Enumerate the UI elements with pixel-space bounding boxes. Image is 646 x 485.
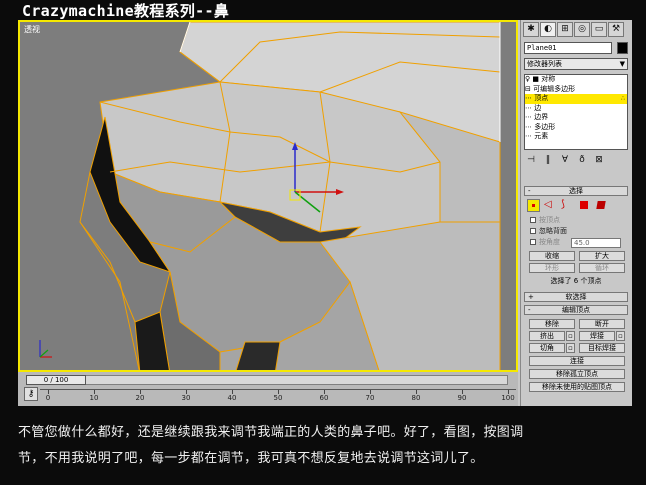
remove-modifier-icon[interactable]: ð	[575, 154, 589, 166]
motion-icon[interactable]: ◎	[574, 22, 590, 37]
time-track[interactable]	[26, 375, 508, 385]
time-slider[interactable]: 0 / 100	[26, 375, 86, 385]
weld-settings-button[interactable]: ▫	[616, 331, 625, 341]
create-icon[interactable]: ✱	[523, 22, 539, 37]
subobject-level-icons: ◁ ⟆	[527, 199, 627, 213]
ruler-tick-label: 30	[181, 394, 191, 402]
frame-ruler[interactable]: 0 10 20 30 40 50 60 70 80 90 100	[40, 389, 516, 406]
perspective-viewport[interactable]: 透视	[18, 20, 518, 372]
stack-item-element[interactable]: ⋯ 元素	[525, 132, 627, 142]
remove-isolated-vertices-button[interactable]: 移除孤立顶点	[529, 369, 625, 379]
stack-item-polygon[interactable]: ⋯ 多边形	[525, 123, 627, 133]
show-end-result-icon[interactable]: ‖	[541, 154, 555, 166]
shrink-button[interactable]: 收缩	[529, 251, 575, 261]
chamfer-button[interactable]: 切角	[529, 343, 565, 353]
pin-stack-icon[interactable]: ⊣	[524, 154, 538, 166]
remove-unused-map-verts-button[interactable]: 移除未使用的贴图顶点	[529, 382, 625, 392]
element-level-icon[interactable]	[595, 199, 608, 212]
object-color-swatch[interactable]	[617, 42, 628, 54]
by-angle-checkbox[interactable]: 按角度	[530, 238, 575, 247]
make-unique-icon[interactable]: ∀	[558, 154, 572, 166]
stack-item-symmetry[interactable]: ♀ ■ 对称	[525, 75, 627, 85]
tutorial-title: Crazymachine教程系列--鼻	[22, 2, 230, 20]
vertex-level-icon[interactable]	[527, 199, 540, 212]
modify-icon[interactable]: ◐	[540, 22, 556, 37]
ruler-tick-label: 60	[319, 394, 329, 402]
display-icon[interactable]: ▭	[591, 22, 607, 37]
ruler-tick-label: 50	[273, 394, 283, 402]
remove-button[interactable]: 移除	[529, 319, 575, 329]
selection-status: 选择了 6 个顶点	[550, 277, 602, 285]
ruler-tick-label: 80	[411, 394, 421, 402]
polygon-level-icon[interactable]	[578, 199, 591, 212]
viewport-label[interactable]: 透视	[24, 24, 40, 35]
break-button[interactable]: 断开	[579, 319, 625, 329]
ruler-tick-label: 90	[457, 394, 467, 402]
ruler-tick-label: 40	[227, 394, 237, 402]
angle-spinner[interactable]: 45.0	[571, 238, 621, 248]
object-name-field[interactable]: Plane01	[524, 42, 612, 54]
extrude-settings-button[interactable]: ▫	[566, 331, 575, 341]
edge-level-icon[interactable]: ◁	[544, 199, 557, 212]
stack-item-edge[interactable]: ⋯ 边	[525, 104, 627, 114]
target-weld-button[interactable]: 目标焊接	[579, 343, 625, 353]
tutorial-caption: 不管您做什么都好，还是继续跟我来调节我端正的人类的鼻子吧。好了，看图，按图调 节…	[18, 420, 632, 472]
stack-item-border[interactable]: ⋯ 边界	[525, 113, 627, 123]
modifier-list-dropdown[interactable]: 修改器列表 ▼	[524, 58, 628, 70]
3dsmax-window: 透视 0 / 100 ⚷ 0 10 20 30 40 50 60 70 80 90 100 ✱ ◐ …	[18, 20, 632, 406]
configure-sets-icon[interactable]: ⊠	[592, 154, 606, 166]
loop-button[interactable]: 循环	[579, 263, 625, 273]
border-level-icon[interactable]: ⟆	[561, 199, 574, 212]
command-panel: ✱ ◐ ⊞ ◎ ▭ ⚒ Plane01 修改器列表 ▼ ♀ ■ 对称 ⊟ 可编辑…	[520, 20, 632, 406]
caption-line-1: 不管您做什么都好，还是继续跟我来调节我端正的人类的鼻子吧。好了，看图，按图调	[18, 425, 524, 440]
ruler-tick-label: 70	[365, 394, 375, 402]
modifier-stack[interactable]: ♀ ■ 对称 ⊟ 可编辑多边形 ⋯ 顶点 ∴ ⋯ 边 ⋯ 边界 ⋯ 多边形 ⋯ 元…	[524, 74, 628, 150]
stack-item-vertex[interactable]: ⋯ 顶点 ∴	[525, 94, 627, 104]
by-vertex-checkbox[interactable]: 按顶点	[530, 216, 626, 225]
chamfer-settings-button[interactable]: ▫	[566, 343, 575, 353]
key-icon[interactable]: ⚷	[24, 387, 38, 401]
ring-button[interactable]: 环形	[529, 263, 575, 273]
subobject-dots-icon: ∴	[621, 95, 625, 102]
modifier-list-label: 修改器列表	[527, 60, 562, 68]
connect-button[interactable]: 连接	[529, 356, 625, 366]
selection-rollout-header[interactable]: - 选择	[524, 186, 628, 196]
utilities-icon[interactable]: ⚒	[608, 22, 624, 37]
caption-line-2: 节，不用我说明了吧，每一步都在调节，我可真不想反复地去说调节这词儿了。	[18, 451, 484, 466]
ruler-tick-label: 100	[501, 394, 515, 402]
grow-button[interactable]: 扩大	[579, 251, 625, 261]
stack-toolbar: ⊣ ‖ ∀ ð ⊠	[524, 153, 628, 167]
time-slider-area: 0 / 100 ⚷ 0 10 20 30 40 50 60 70 80 90 100	[18, 372, 518, 406]
ruler-tick-label: 0	[45, 394, 51, 402]
extrude-button[interactable]: 挤出	[529, 331, 565, 341]
ignore-backfacing-checkbox[interactable]: 忽略背面	[530, 227, 626, 236]
soft-selection-rollout-header[interactable]: + 软选择	[524, 292, 628, 302]
command-panel-tabs: ✱ ◐ ⊞ ◎ ▭ ⚒	[523, 22, 629, 38]
ruler-tick-label: 20	[135, 394, 145, 402]
ruler-tick-label: 10	[89, 394, 99, 402]
stack-item-editable-poly[interactable]: ⊟ 可编辑多边形	[525, 85, 627, 95]
chevron-down-icon: ▼	[619, 60, 625, 68]
weld-button[interactable]: 焊接	[579, 331, 615, 341]
edit-vertices-rollout-header[interactable]: - 编辑顶点	[524, 305, 628, 315]
hierarchy-icon[interactable]: ⊞	[557, 22, 573, 37]
nose-mesh-wireframe[interactable]	[20, 22, 518, 372]
